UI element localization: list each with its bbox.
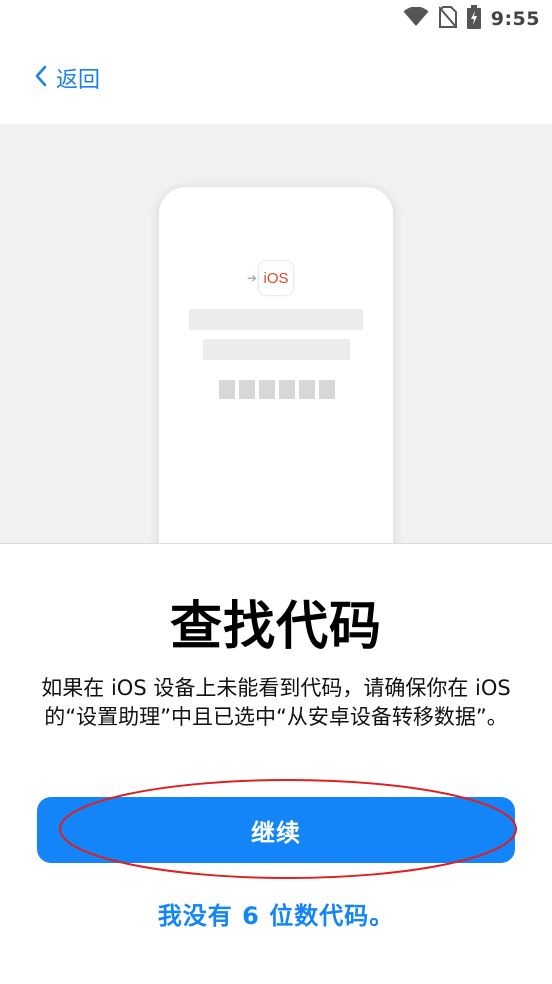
back-label: 返回 (56, 68, 101, 93)
code-box (279, 380, 295, 399)
arrow-right-icon: ➔ (247, 271, 258, 285)
chevron-left-icon (34, 65, 48, 91)
status-icons: 9:55 (403, 5, 540, 33)
header: 返回 (0, 38, 552, 124)
status-time: 9:55 (490, 8, 540, 30)
code-boxes (219, 380, 335, 399)
ios-app-row: ➔ iOS (247, 261, 294, 295)
code-box (299, 380, 315, 399)
page-title: 查找代码 (169, 597, 382, 657)
code-box (219, 380, 235, 399)
no-sim-icon (437, 6, 458, 32)
code-box (239, 380, 255, 399)
no-code-link[interactable]: 我没有 6 位数代码。 (0, 896, 552, 931)
phone-illustration: ➔ iOS (0, 124, 552, 544)
phone-mockup: ➔ iOS (158, 186, 394, 544)
status-bar: 9:55 (0, 0, 552, 38)
ios-badge: iOS (259, 261, 294, 295)
back-button[interactable]: 返回 (34, 62, 100, 94)
battery-charging-icon (466, 5, 481, 33)
code-box (319, 380, 335, 399)
placeholder-bar (189, 309, 363, 330)
placeholder-bar (203, 339, 350, 360)
continue-label: 继续 (251, 818, 301, 847)
description-text: 如果在 iOS 设备上未能看到代码，请确保你在 iOS 的“设置助理”中且已选中… (41, 676, 511, 729)
code-box (259, 380, 275, 399)
wifi-icon (403, 6, 429, 31)
continue-button[interactable]: 继续 (37, 797, 515, 863)
content-sheet: 查找代码 如果在 iOS 设备上未能看到代码，请确保你在 iOS 的“设置助理”… (0, 543, 552, 984)
